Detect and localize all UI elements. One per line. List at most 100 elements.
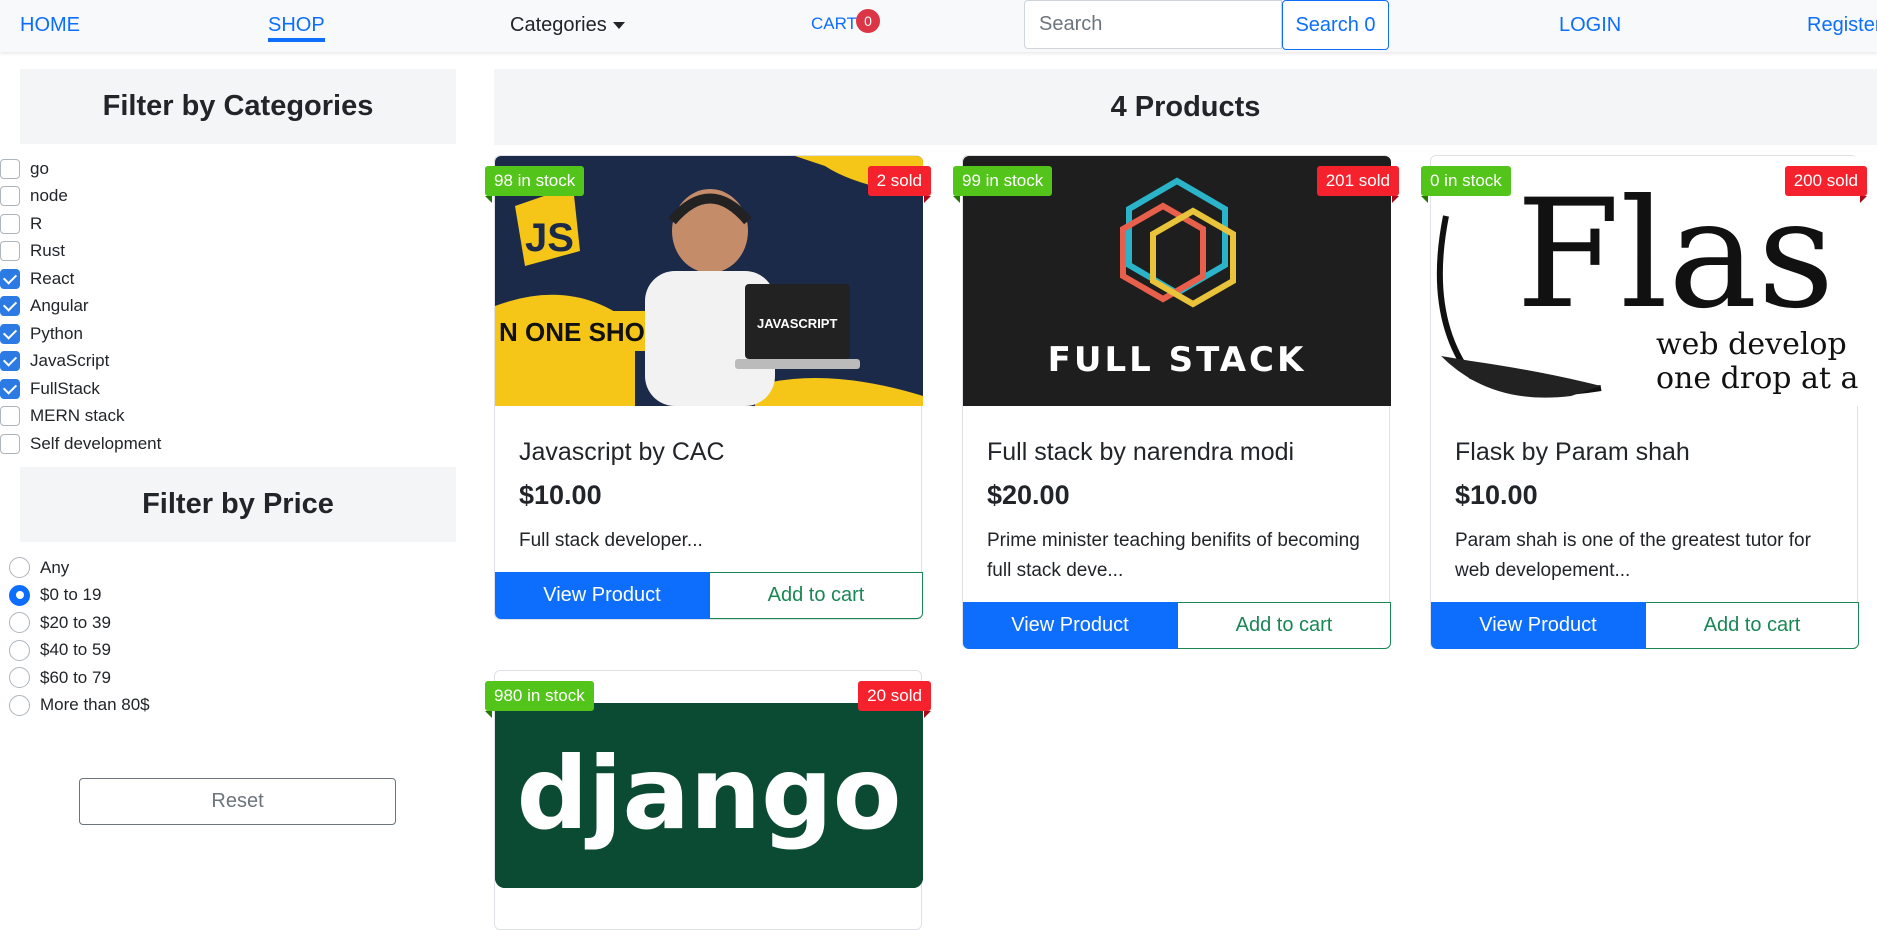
sold-ribbon: 2 sold [867, 166, 932, 203]
checkbox[interactable] [0, 323, 20, 344]
product-card-full-stack: FULL STACK 99 in stock 201 sold Full sta… [953, 155, 1400, 649]
price-label: $60 to 79 [40, 667, 111, 687]
category-label: FullStack [30, 378, 100, 398]
checkbox[interactable] [0, 406, 20, 427]
image-subtitle-1: web develop [1656, 327, 1847, 362]
view-product-button[interactable]: View Product [1431, 602, 1645, 649]
laptop-screen-text: JAVASCRIPT [757, 316, 837, 331]
category-label: JavaScript [30, 351, 110, 371]
sold-ribbon: 20 sold [858, 681, 931, 718]
price-option-40-59[interactable]: $40 to 59 [9, 637, 150, 665]
stock-ribbon: 980 in stock [485, 681, 594, 718]
checkbox[interactable] [0, 378, 20, 399]
checkbox[interactable] [0, 296, 20, 317]
category-item-python[interactable]: Python [0, 320, 161, 348]
image-text: django [517, 735, 902, 852]
top-navbar: HOME SHOP Categories CART 0 Search 0 LOG… [0, 0, 1877, 52]
checkbox[interactable] [0, 158, 20, 179]
radio-button[interactable] [9, 639, 30, 661]
product-card-django: django 980 in stock 20 sold [485, 670, 931, 930]
sold-ribbon: 201 sold [1316, 166, 1400, 203]
radio-button[interactable] [9, 584, 30, 606]
nav-categories-label: Categories [510, 14, 607, 36]
price-option-60-79[interactable]: $60 to 79 [9, 664, 150, 692]
category-item-fullstack[interactable]: FullStack [0, 375, 161, 403]
category-label: React [30, 268, 75, 288]
price-label: More than 80$ [40, 695, 150, 715]
product-price: $10.00 [1455, 480, 1538, 510]
view-product-button[interactable]: View Product [963, 602, 1177, 649]
nav-login-link[interactable]: LOGIN [1559, 14, 1621, 37]
category-label: Angular [30, 296, 89, 316]
radio-button[interactable] [9, 667, 30, 689]
price-option-20-39[interactable]: $20 to 39 [9, 609, 150, 637]
checkbox[interactable] [0, 186, 20, 207]
add-to-cart-button[interactable]: Add to cart [1645, 602, 1859, 649]
checkbox[interactable] [0, 268, 20, 289]
reset-button[interactable]: Reset [79, 778, 396, 825]
product-description: Prime minister teaching benifits of beco… [987, 530, 1360, 581]
category-item-angular[interactable]: Angular [0, 293, 161, 321]
category-filter-list: go node R Rust React Angular Python Java… [0, 155, 161, 458]
js-badge-text: JS [525, 216, 574, 260]
product-actions: View Product Add to cart [495, 572, 923, 619]
category-item-mern-stack[interactable]: MERN stack [0, 403, 161, 431]
checkbox[interactable] [0, 241, 20, 262]
filter-price-heading: Filter by Price [20, 467, 456, 542]
price-label: $40 to 59 [40, 640, 111, 660]
category-item-go[interactable]: go [0, 155, 161, 183]
price-option-80-plus[interactable]: More than 80$ [9, 692, 150, 720]
product-card-flask: Flas web develop one drop at a 0 in stoc… [1421, 155, 1868, 649]
category-item-react[interactable]: React [0, 265, 161, 293]
nav-register-link[interactable]: Register [1807, 14, 1877, 37]
product-actions: View Product Add to cart [1431, 602, 1859, 649]
product-price: $20.00 [987, 480, 1070, 510]
image-subtitle-2: one drop at a [1656, 361, 1858, 396]
product-price: $10.00 [519, 480, 602, 510]
product-actions: View Product Add to cart [963, 602, 1391, 649]
nav-cart-link[interactable]: CART [811, 14, 857, 34]
category-label: Rust [30, 241, 65, 261]
products-count-heading: 4 Products [494, 69, 1877, 145]
radio-button[interactable] [9, 612, 30, 634]
image-text: FULL STACK [1048, 340, 1307, 380]
category-label: Self development [30, 433, 162, 453]
category-item-rust[interactable]: Rust [0, 238, 161, 266]
category-label: R [30, 213, 43, 233]
checkbox[interactable] [0, 213, 20, 234]
cart-count-badge: 0 [856, 9, 880, 33]
radio-button[interactable] [9, 557, 30, 579]
category-item-self-development[interactable]: Self development [0, 430, 161, 458]
category-label: Python [30, 323, 83, 343]
price-filter-list: Any $0 to 19 $20 to 39 $40 to 59 $60 to … [9, 554, 150, 719]
stock-ribbon: 0 in stock [1421, 166, 1511, 203]
stock-ribbon: 98 in stock [485, 166, 585, 203]
nav-shop-link[interactable]: SHOP [268, 14, 325, 42]
price-label: $0 to 19 [40, 585, 102, 605]
view-product-button[interactable]: View Product [495, 572, 709, 619]
radio-button[interactable] [9, 694, 30, 716]
product-card-javascript: JS N ONE SHOT JAVASCRIPT 98 in stock 2 s… [485, 155, 932, 620]
image-overlay-text: N ONE SHOT [499, 317, 661, 347]
product-title: Full stack by narendra modi [987, 438, 1295, 466]
category-item-r[interactable]: R [0, 210, 161, 238]
add-to-cart-button[interactable]: Add to cart [1177, 602, 1391, 649]
search-input[interactable] [1024, 0, 1282, 49]
category-item-node[interactable]: node [0, 183, 161, 211]
price-label: $20 to 39 [40, 612, 111, 632]
nav-categories-dropdown[interactable]: Categories [510, 14, 625, 37]
filter-categories-heading: Filter by Categories [20, 69, 456, 144]
nav-home-link[interactable]: HOME [20, 14, 80, 37]
price-option-0-19[interactable]: $0 to 19 [9, 582, 150, 610]
checkbox[interactable] [0, 433, 20, 454]
caret-down-icon [612, 22, 625, 29]
product-image[interactable]: django [495, 703, 923, 888]
product-description: Param shah is one of the greatest tutor … [1455, 530, 1811, 581]
category-item-javascript[interactable]: JavaScript [0, 348, 161, 376]
price-option-any[interactable]: Any [9, 554, 150, 582]
stock-ribbon: 99 in stock [953, 166, 1053, 203]
search-button[interactable]: Search 0 [1282, 0, 1389, 50]
add-to-cart-button[interactable]: Add to cart [709, 572, 923, 619]
price-label: Any [40, 557, 70, 577]
checkbox[interactable] [0, 351, 20, 372]
